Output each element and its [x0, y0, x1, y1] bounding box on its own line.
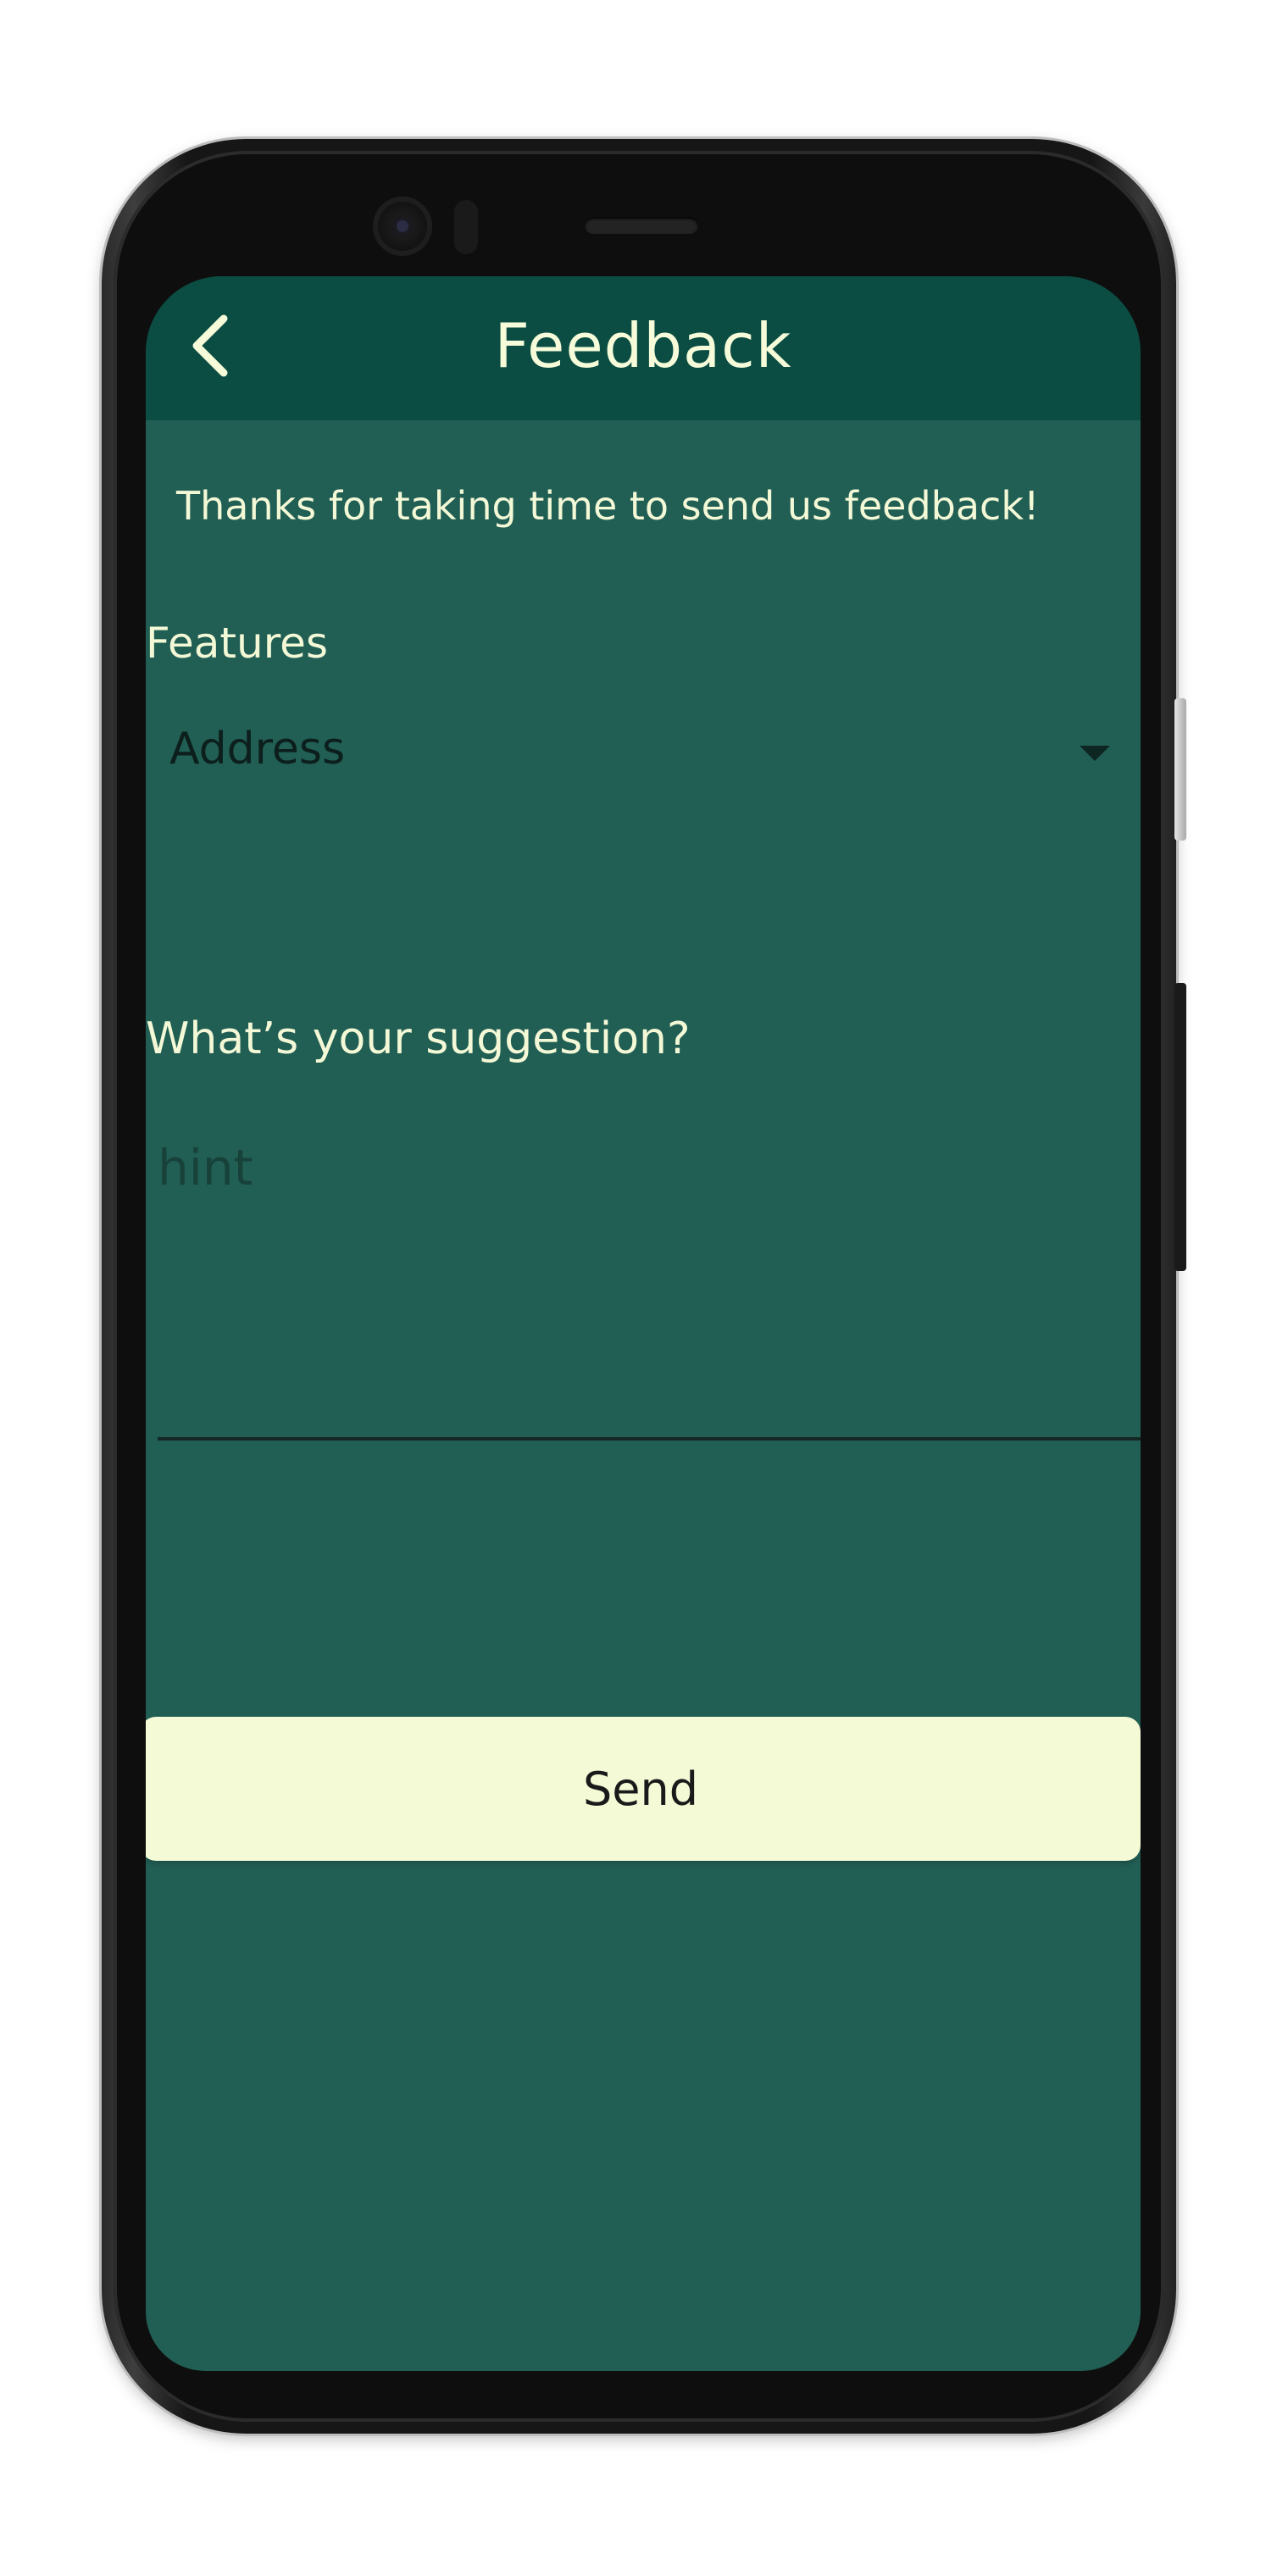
suggestion-input[interactable]: hint	[158, 1115, 1141, 1441]
app-screen: Feedback Thanks for taking time to send …	[146, 276, 1141, 2371]
suggestion-label: What’s your suggestion?	[146, 1013, 691, 1064]
page-title: Feedback	[494, 310, 792, 381]
features-label: Features	[146, 619, 328, 668]
proximity-sensor	[454, 200, 478, 254]
features-dropdown[interactable]: Address	[146, 695, 1141, 788]
device-frame: Feedback Thanks for taking time to send …	[0, 0, 1288, 2576]
app-bar: Feedback	[146, 276, 1141, 420]
power-button	[1174, 698, 1186, 841]
suggestion-placeholder: hint	[158, 1139, 253, 1196]
send-button[interactable]: Send	[146, 1717, 1141, 1861]
earpiece-speaker	[585, 217, 698, 234]
volume-button	[1174, 983, 1186, 1271]
front-camera	[373, 197, 432, 256]
dropdown-selected-value: Address	[169, 724, 346, 774]
intro-text: Thanks for taking time to send us feedba…	[176, 483, 1040, 529]
send-button-label: Send	[582, 1762, 698, 1816]
dropdown-arrow-icon	[1080, 746, 1110, 761]
